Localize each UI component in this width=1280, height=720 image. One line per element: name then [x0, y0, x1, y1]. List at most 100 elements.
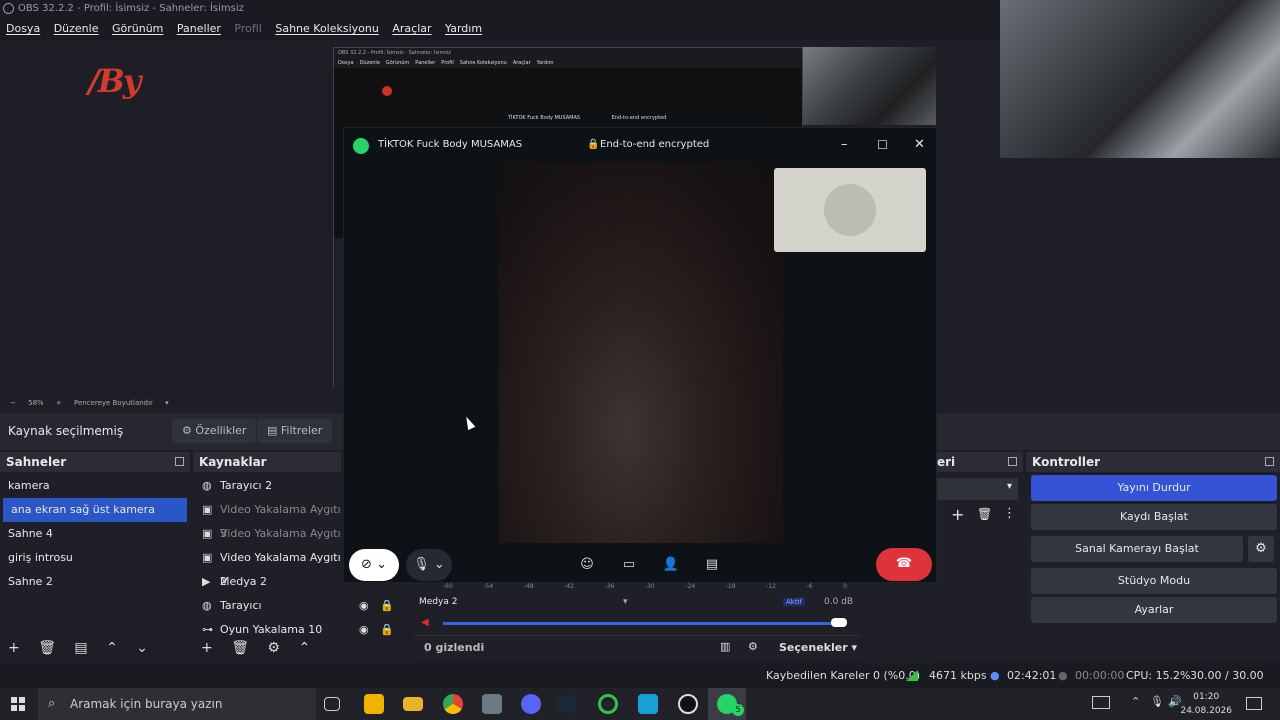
- nested-obs-title: OBS 32.2.2 - Profil: İsimsiz - Sahneler:…: [338, 50, 451, 56]
- menu-view[interactable]: Görünüm: [112, 22, 163, 35]
- hangup-button[interactable]: ☎: [876, 548, 932, 581]
- lock-icon[interactable]: 🔒: [380, 623, 394, 636]
- menu-edit[interactable]: Düzenle: [54, 22, 99, 35]
- call-controls: ⊘ ⌄ 🎙 ⌄ ☺ ▭ 👤 ▤ ☎: [344, 546, 936, 584]
- call-title: TİKTOK Fuck Body MUSAMAS: [378, 139, 523, 150]
- add-participant-icon[interactable]: 👤: [657, 549, 685, 581]
- app-icon[interactable]: [598, 694, 618, 714]
- lock-icon[interactable]: 🔒: [380, 599, 394, 612]
- stop-stream-button[interactable]: Yayını Durdur: [1031, 475, 1277, 501]
- whatsapp-call-window[interactable]: TİKTOK Fuck Body MUSAMAS 🔒 End-to-end en…: [343, 127, 937, 583]
- camera-off-button[interactable]: ⊘ ⌄: [349, 549, 399, 581]
- steam-icon[interactable]: [557, 694, 577, 714]
- mic-button[interactable]: 🎙 ⌄: [406, 549, 452, 581]
- add-icon[interactable]: +: [951, 505, 964, 524]
- gear-icon[interactable]: ⚙: [267, 640, 280, 656]
- menu-file[interactable]: Dosya: [6, 22, 40, 35]
- task-view-icon[interactable]: [324, 697, 340, 711]
- sources-dock: Kaynaklar ◍ Tarayıcı 2 ▣ Video Yakalama Ay…: [193, 452, 341, 660]
- close-icon[interactable]: ✕: [914, 128, 925, 162]
- microphone-icon[interactable]: 🎙: [1150, 695, 1164, 708]
- source-item[interactable]: ▣ Video Yakalama Aygıtı: [193, 522, 341, 546]
- arrow-up-icon[interactable]: ⌃: [298, 640, 310, 656]
- source-item[interactable]: ▶ Medya 2: [193, 570, 341, 594]
- add-icon[interactable]: +: [8, 640, 20, 656]
- chevron-down-icon[interactable]: ▾: [165, 399, 169, 407]
- screen-share-icon[interactable]: ▭: [615, 549, 643, 581]
- menu-scene-collection[interactable]: Sahne Koleksiyonu: [275, 22, 379, 35]
- chevron-up-icon[interactable]: ⌃: [1131, 695, 1140, 708]
- properties-button[interactable]: ⚙ Özellikler: [172, 419, 257, 443]
- menu-docks[interactable]: Paneller: [177, 22, 221, 35]
- stream-time: 02:42:01: [1007, 669, 1057, 682]
- app-icon[interactable]: [638, 694, 658, 714]
- folder-icon[interactable]: [403, 697, 423, 711]
- menu-help[interactable]: Yardım: [445, 22, 482, 35]
- audio-mixer: -60 -54 -48 -42 -36 -30 -24 -18 -12 -6 0…: [413, 583, 861, 660]
- undock-icon[interactable]: [1008, 457, 1017, 466]
- zoom-mode[interactable]: Pencereye Boyutlandır: [74, 399, 153, 407]
- minimize-icon[interactable]: –: [841, 128, 848, 162]
- arrow-down-icon[interactable]: ⌄: [136, 640, 148, 656]
- scene-item[interactable]: Sahne 2: [0, 570, 190, 594]
- message-icon[interactable]: ▤: [698, 549, 726, 581]
- options-button[interactable]: Seçenekler ▾: [779, 641, 857, 654]
- source-item[interactable]: ◍ Tarayıcı: [193, 594, 341, 618]
- start-virtual-camera-button[interactable]: Sanal Kamerayı Başlat: [1031, 536, 1243, 562]
- source-item[interactable]: ◍ Tarayıcı 2: [193, 474, 341, 498]
- speaker-muted-icon[interactable]: ◀: [421, 617, 429, 628]
- taskbar-search[interactable]: ⌕ Aramak için buraya yazın: [38, 688, 316, 720]
- notification-center-icon[interactable]: [1246, 697, 1262, 710]
- gear-icon[interactable]: ⚙: [1248, 536, 1274, 562]
- nested-menu-item: Düzenle: [359, 60, 380, 66]
- studio-mode-button[interactable]: Stüdyo Modu: [1031, 568, 1277, 594]
- taskbar-clock[interactable]: 01:20 24.08.2026: [1180, 690, 1232, 718]
- app-icon[interactable]: [482, 694, 502, 714]
- eye-icon[interactable]: ◉: [359, 623, 369, 636]
- source-item[interactable]: ▣ Video Yakalama Aygıtı 3: [193, 498, 341, 540]
- transition-select[interactable]: ▾: [937, 478, 1018, 500]
- add-icon[interactable]: +: [201, 640, 213, 656]
- mixer-tick: -60: [443, 583, 453, 590]
- scene-item-selected[interactable]: ana ekran sağ üst kamera: [3, 498, 187, 522]
- scene-item[interactable]: kamera: [0, 474, 190, 498]
- trash-icon[interactable]: 🗑: [231, 640, 249, 656]
- zoom-in-button[interactable]: +: [56, 399, 62, 407]
- lock-icon: 🔒: [587, 139, 600, 150]
- emoji-icon[interactable]: ☺: [573, 549, 601, 581]
- chevron-down-icon[interactable]: ▾: [623, 597, 628, 607]
- whatsapp-taskbar-button[interactable]: 5: [708, 688, 746, 720]
- keyboard-icon[interactable]: [1092, 696, 1110, 709]
- more-icon[interactable]: ⋮: [1003, 506, 1016, 521]
- trash-icon[interactable]: 🗑: [38, 640, 56, 656]
- filter-icon[interactable]: ▤: [74, 640, 87, 656]
- zoom-out-button[interactable]: −: [10, 399, 16, 407]
- start-record-button[interactable]: Kaydı Başlat: [1031, 504, 1277, 530]
- gear-icon[interactable]: ⚙: [748, 640, 758, 653]
- settings-button[interactable]: Ayarlar: [1031, 597, 1277, 623]
- layout-icon[interactable]: ▥: [720, 640, 730, 653]
- windows-start-icon[interactable]: [11, 697, 25, 711]
- scene-item[interactable]: Sahne 4: [0, 522, 190, 546]
- undock-icon[interactable]: [1265, 457, 1274, 466]
- trash-icon[interactable]: 🗑: [977, 507, 992, 521]
- source-item[interactable]: ▣ Video Yakalama Aygıtı 2: [193, 546, 341, 588]
- volume-slider-handle[interactable]: [831, 618, 847, 627]
- chrome-icon[interactable]: [443, 694, 463, 714]
- menu-tools[interactable]: Araçlar: [392, 22, 431, 35]
- rockstar-icon[interactable]: [364, 694, 384, 714]
- eye-icon[interactable]: ◉: [359, 599, 369, 612]
- self-video-preview[interactable]: [774, 168, 926, 252]
- undock-icon[interactable]: [175, 457, 184, 466]
- mixer-tick: -6: [806, 583, 813, 590]
- menu-profile[interactable]: Profil: [234, 22, 261, 35]
- scene-item[interactable]: giriş introsu: [0, 546, 190, 570]
- obs-icon[interactable]: [678, 694, 698, 714]
- filters-button[interactable]: ▤ Filtreler: [257, 419, 333, 443]
- discord-icon[interactable]: [521, 694, 541, 714]
- options-label: Seçenekler: [779, 641, 848, 654]
- source-item[interactable]: ⊶ Oyun Yakalama 10: [193, 618, 341, 642]
- arrow-up-icon[interactable]: ⌃: [106, 640, 118, 656]
- volume-slider[interactable]: [443, 622, 841, 625]
- maximize-icon[interactable]: ☐: [877, 128, 888, 162]
